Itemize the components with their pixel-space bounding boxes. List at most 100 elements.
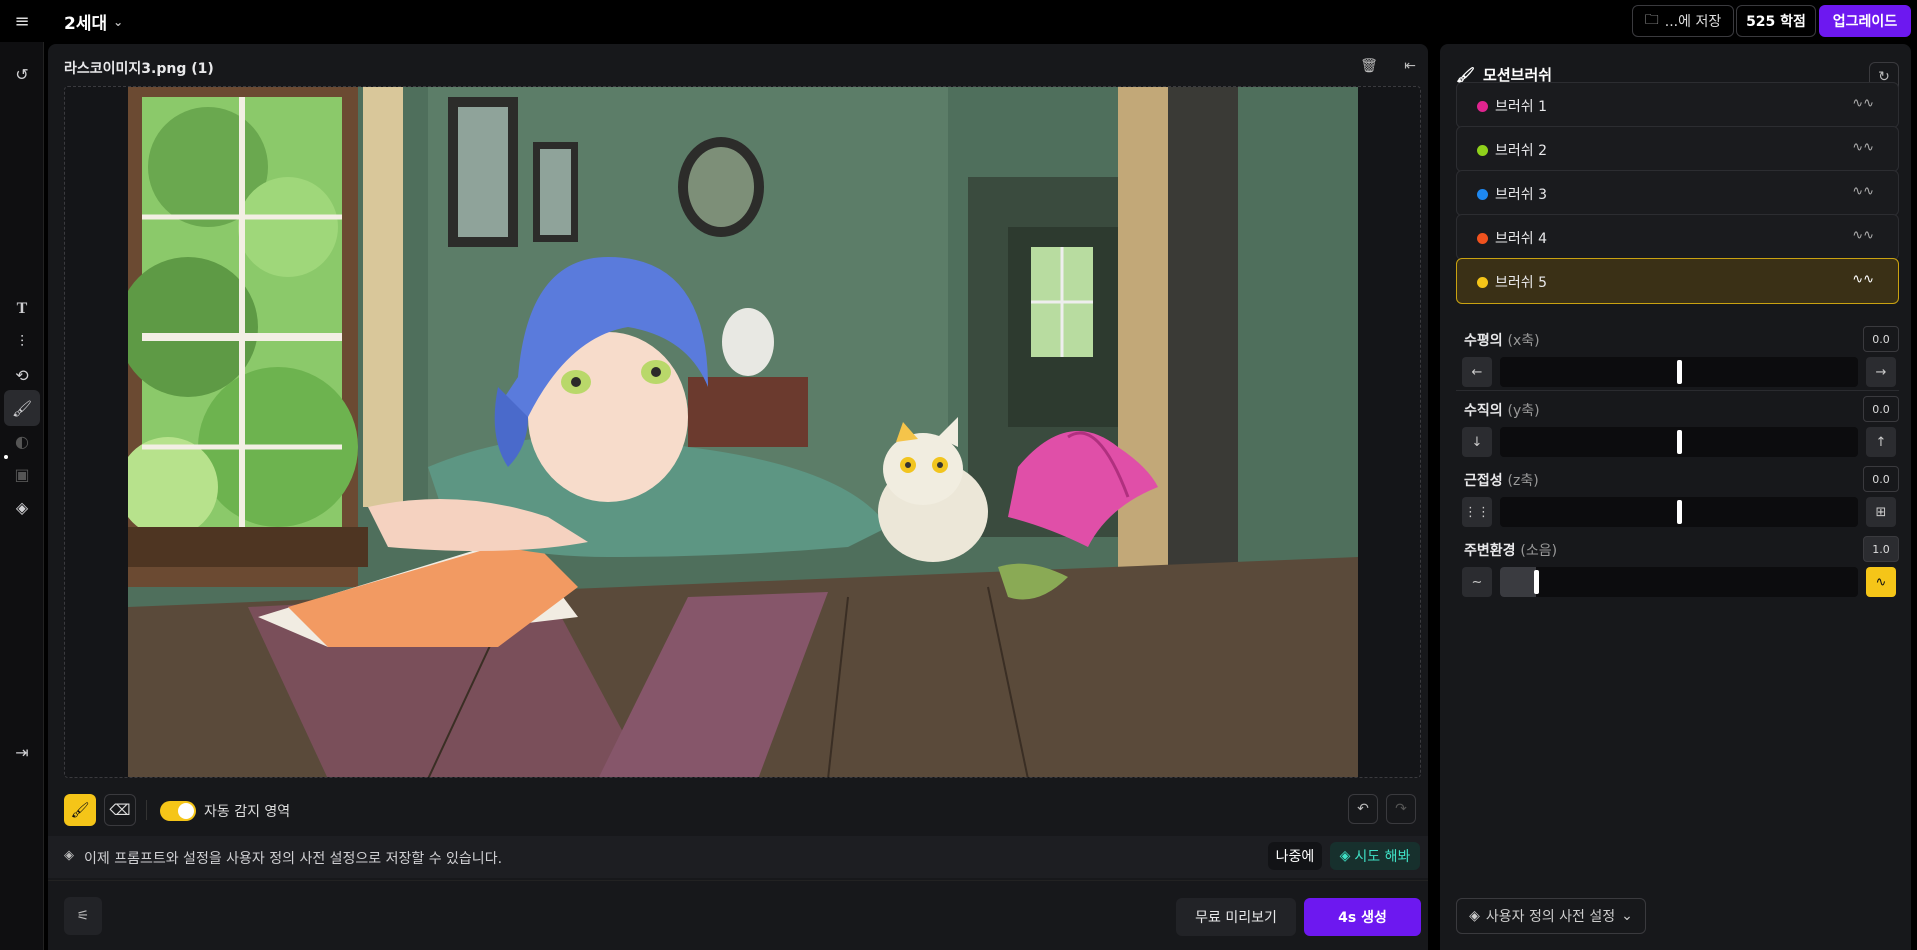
brush-color-dot (1477, 101, 1488, 112)
axis-label: 주변환경 (소음) (1464, 540, 1557, 560)
layers-icon[interactable]: ◈ (4, 489, 40, 525)
slider-thumb[interactable] (1533, 570, 1539, 594)
calm-wave-icon[interactable]: ∼ (1462, 567, 1492, 597)
arrow-down-icon[interactable]: ↓ (1462, 427, 1492, 457)
custom-preset-button[interactable]: ◈ 사용자 정의 사전 설정 ⌄ (1456, 898, 1646, 934)
hamburger-menu-icon[interactable]: ≡ (12, 12, 32, 32)
axis-label: 수평의 (x축) (1464, 330, 1540, 350)
slider-thumb[interactable] (1677, 500, 1682, 524)
upgrade-button[interactable]: 업그레이드 (1819, 5, 1911, 37)
axis-label: 근접성 (z축) (1464, 470, 1539, 490)
preset-notice-banner: ◈ 이제 프롬프트와 설정을 사용자 정의 사전 설정으로 저장할 수 있습니다… (48, 836, 1428, 878)
project-name: 2세대 (64, 14, 108, 34)
top-bar: ≡ 2세대 ⌄ 🗀 ...에 저장 525 학점 업그레이드 (0, 0, 1917, 42)
layers-small-icon: ◈ (64, 848, 74, 863)
try-it-button[interactable]: ◈ 시도 해봐 (1330, 842, 1420, 870)
layers-small-icon: ◈ (1339, 848, 1351, 864)
brush-item-3[interactable]: 브러쉬 3 ∿∿ (1456, 170, 1899, 216)
panel-divider (1456, 390, 1899, 391)
brush-label: 브러쉬 4 (1495, 231, 1547, 247)
toggle-knob (178, 803, 194, 819)
axis-value-input[interactable]: 0.0 (1863, 396, 1899, 422)
axis-slider[interactable] (1500, 357, 1858, 387)
camera-motion-icon[interactable]: ⟲ (4, 357, 40, 393)
brush-item-2[interactable]: 브러쉬 2 ∿∿ (1456, 126, 1899, 172)
save-to-label: ...에 저장 (1664, 14, 1722, 30)
brush-item-5[interactable]: 브러쉬 5 ∿∿ (1456, 258, 1899, 304)
notice-text: 이제 프롬프트와 설정을 사용자 정의 사전 설정으로 저장할 수 있습니다. (84, 851, 503, 867)
brush-label: 브러쉬 3 (1495, 187, 1547, 203)
brush-color-dot (1477, 145, 1488, 156)
brush-tool-button[interactable]: 🖌 (64, 794, 96, 826)
try-it-label: 시도 해봐 (1354, 849, 1411, 865)
adjust-sliders-icon[interactable]: ⫶ (4, 324, 40, 360)
frame-icon[interactable]: ▣ (4, 456, 40, 492)
expand-panel-icon[interactable]: ⇥ (4, 734, 40, 770)
brush-label: 브러쉬 2 (1495, 143, 1547, 159)
redo-button[interactable]: ↷ (1386, 794, 1416, 824)
arrow-up-icon[interactable]: ↑ (1866, 427, 1896, 457)
text-tool-icon[interactable]: T (4, 291, 40, 327)
noise-wave-icon[interactable]: ∿ (1866, 567, 1896, 597)
axis-value-input[interactable]: 0.0 (1863, 326, 1899, 352)
axis-label: 수직의 (y축) (1464, 400, 1540, 420)
slider-thumb[interactable] (1677, 430, 1682, 454)
ambient-wave-icon[interactable]: ∿∿ (1852, 184, 1874, 199)
generate-button[interactable]: 4s 생성 (1304, 898, 1421, 936)
toolbar-divider (146, 800, 147, 820)
brush-toolbar: 🖌 ⌫ 자동 감지 영역 ↶ ↷ (64, 794, 1421, 828)
palette-icon[interactable]: ◐ (4, 423, 40, 459)
layers-small-icon: ◈ (1469, 908, 1480, 924)
credits-button[interactable]: 525 학점 (1736, 5, 1816, 37)
axis-sub: (z축) (1507, 473, 1539, 489)
left-tool-rail: ↺ T ⫶ ⟲ 🖌 ◐ ▣ ◈ ⇥ (0, 42, 44, 950)
arrow-left-icon[interactable]: ← (1462, 357, 1492, 387)
brush-color-dot (1477, 233, 1488, 244)
ambient-wave-icon[interactable]: ∿∿ (1852, 140, 1874, 155)
axis-value-input[interactable]: 1.0 (1863, 536, 1899, 562)
ambient-wave-icon[interactable]: ∿∿ (1852, 272, 1874, 287)
slider-thumb[interactable] (1677, 360, 1682, 384)
chevron-down-icon: ⌄ (1621, 908, 1633, 924)
axis-name: 주변환경 (1464, 543, 1521, 559)
save-to-button[interactable]: 🗀 ...에 저장 (1632, 5, 1734, 37)
project-selector[interactable]: 2세대 ⌄ (64, 9, 123, 34)
collapse-left-icon[interactable]: ⇤ (1400, 56, 1420, 76)
arrow-right-icon[interactable]: → (1866, 357, 1896, 387)
motion-brush-tool-icon[interactable]: 🖌 (4, 390, 40, 426)
zoom-in-icon[interactable]: ⊞ (1866, 497, 1896, 527)
free-preview-button[interactable]: 무료 미리보기 (1176, 898, 1296, 936)
zoom-out-icon[interactable]: ⋮⋮ (1462, 497, 1492, 527)
brush-color-dot (1477, 189, 1488, 200)
axis-slider[interactable] (1500, 567, 1858, 597)
undo-button[interactable]: ↶ (1348, 794, 1378, 824)
axis-sub: (x축) (1507, 333, 1540, 349)
file-name: 라스코이미지3.png (1) (64, 61, 214, 77)
brush-label: 브러쉬 1 (1495, 99, 1547, 115)
axis-name: 근접성 (1464, 473, 1508, 489)
brush-color-dot (1477, 277, 1488, 288)
ambient-wave-icon[interactable]: ∿∿ (1852, 228, 1874, 243)
axis-sub: (y축) (1507, 403, 1540, 419)
brush-item-4[interactable]: 브러쉬 4 ∿∿ (1456, 214, 1899, 260)
settings-sliders-button[interactable]: ⚟ (64, 897, 102, 935)
axis-slider[interactable] (1500, 427, 1858, 457)
ambient-wave-icon[interactable]: ∿∿ (1852, 96, 1874, 111)
preset-label: 사용자 정의 사전 설정 (1485, 909, 1616, 925)
axis-slider[interactable] (1500, 497, 1858, 527)
axis-name: 수직의 (1464, 403, 1508, 419)
history-icon[interactable]: ↺ (4, 56, 40, 92)
brush-label: 브러쉬 5 (1495, 275, 1547, 291)
auto-detect-toggle[interactable] (160, 801, 196, 821)
chevron-down-icon: ⌄ (113, 14, 124, 29)
later-button[interactable]: 나중에 (1268, 842, 1322, 870)
axis-value-input[interactable]: 0.0 (1863, 466, 1899, 492)
folder-icon: 🗀 (1644, 12, 1659, 28)
bottom-action-bar: ⚟ 무료 미리보기 4s 생성 (48, 880, 1428, 950)
image-canvas[interactable] (64, 86, 1421, 778)
trash-icon[interactable]: 🗑 (1359, 56, 1379, 76)
brush-item-1[interactable]: 브러쉬 1 ∿∿ (1456, 82, 1899, 128)
active-tool-indicator (4, 455, 8, 459)
eraser-tool-button[interactable]: ⌫ (104, 794, 136, 826)
auto-detect-label: 자동 감지 영역 (204, 804, 291, 820)
